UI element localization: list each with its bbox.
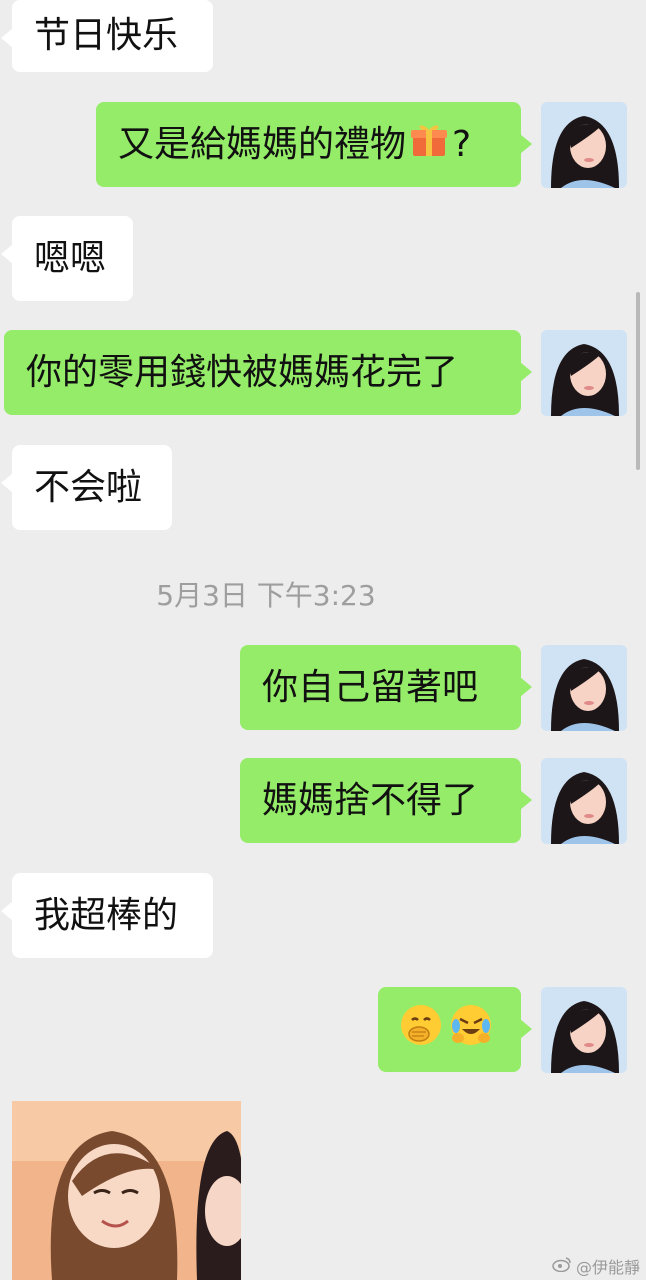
avatar[interactable] — [541, 330, 627, 416]
watermark-text: @伊能靜 — [575, 1258, 640, 1277]
emoji-row — [398, 1002, 494, 1057]
message-outgoing-2[interactable]: 你的零用錢快被媽媽花完了 — [4, 330, 532, 415]
message-text: 节日快乐 — [34, 15, 179, 56]
timestamp: 5月3日 下午3:23 — [156, 579, 376, 612]
laughing-crying-emoji — [448, 1002, 494, 1057]
message-outgoing-4[interactable]: 媽媽捨不得了 — [240, 758, 532, 843]
message-text: 我超棒的 — [34, 894, 179, 936]
weibo-watermark: @伊能靜 — [552, 1254, 640, 1278]
message-incoming-1[interactable]: 节日快乐 — [1, 0, 213, 72]
message-outgoing-1[interactable]: 又是給媽媽的禮物 ? — [96, 102, 532, 187]
message-text: 嗯嗯 — [34, 237, 107, 279]
message-text: 你自己留著吧 — [262, 666, 479, 708]
message-outgoing-3[interactable]: 你自己留著吧 — [240, 645, 532, 730]
message-text: 又是給媽媽的禮物 — [118, 123, 407, 165]
avatar[interactable] — [541, 758, 627, 844]
gift-icon — [410, 121, 448, 168]
avatar[interactable] — [541, 102, 627, 188]
sticker-image[interactable] — [12, 1101, 241, 1280]
avatar[interactable] — [541, 645, 627, 731]
question-mark: ? — [452, 123, 472, 165]
message-outgoing-5[interactable] — [378, 987, 532, 1072]
message-text: 你的零用錢快被媽媽花完了 — [26, 351, 459, 393]
avatar[interactable] — [541, 987, 627, 1073]
message-text: 媽媽捨不得了 — [262, 779, 479, 821]
message-incoming-3[interactable]: 不会啦 — [1, 445, 172, 530]
weibo-icon — [552, 1256, 572, 1276]
message-incoming-4[interactable]: 我超棒的 — [1, 873, 213, 958]
scrollbar[interactable] — [636, 292, 640, 470]
hand-over-mouth-emoji — [398, 1002, 444, 1057]
message-text: 不会啦 — [34, 466, 143, 508]
message-incoming-2[interactable]: 嗯嗯 — [1, 216, 133, 301]
